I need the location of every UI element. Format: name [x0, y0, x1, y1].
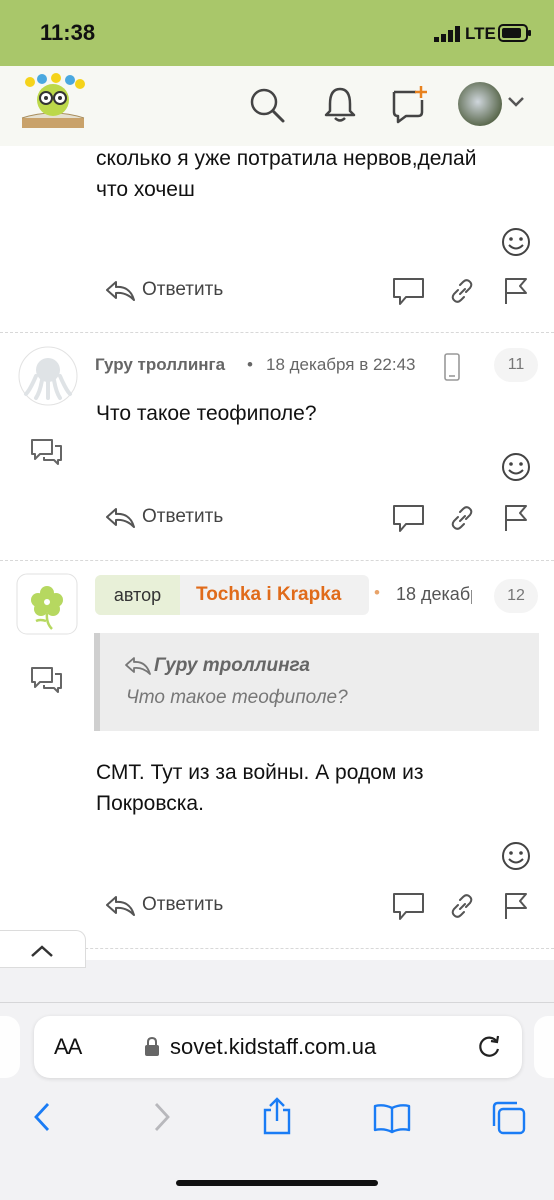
back-icon[interactable]	[30, 1100, 56, 1134]
flag-icon[interactable]	[502, 503, 530, 533]
flag-icon[interactable]	[502, 276, 530, 306]
chevron-up-icon[interactable]	[30, 944, 54, 958]
signal-icon	[434, 26, 462, 42]
author-badge: автор	[95, 575, 180, 615]
chevron-down-icon[interactable]	[506, 94, 526, 110]
reload-icon[interactable]	[476, 1034, 502, 1060]
page-settings-button[interactable]: AA	[54, 1034, 82, 1060]
kidstaff-logo[interactable]	[16, 72, 90, 132]
comment-number-badge[interactable]: 11	[494, 348, 538, 382]
comment-author[interactable]: Гуру троллинга	[95, 355, 225, 375]
tabs-icon[interactable]	[490, 1100, 528, 1136]
lock-icon	[144, 1036, 160, 1058]
reply-button[interactable]: Ответить	[142, 894, 223, 916]
status-time: 11:38	[40, 20, 96, 45]
comment-author[interactable]: Tochka i Krapka	[196, 575, 341, 615]
comment-date: 18 декабря в 22:43	[266, 355, 416, 374]
quote-reply-icon	[124, 655, 152, 677]
comment-number-badge[interactable]: 12	[494, 579, 538, 613]
replies-icon[interactable]	[30, 438, 64, 468]
post-text-line: что хочеш	[96, 178, 195, 201]
reply-button[interactable]: Ответить	[142, 506, 223, 528]
network-label: LTE	[465, 24, 496, 43]
link-icon[interactable]	[450, 278, 474, 304]
flag-icon[interactable]	[502, 891, 530, 921]
link-icon[interactable]	[450, 893, 474, 919]
new-message-icon[interactable]	[390, 84, 430, 124]
comment-divider	[0, 560, 554, 561]
replies-icon[interactable]	[30, 666, 64, 696]
clover-avatar-icon[interactable]	[16, 573, 78, 635]
post-text-line: сколько я уже потратила нервов,делай	[96, 147, 477, 170]
author-chip: автор Tochka i Krapka	[95, 575, 369, 615]
meta-dot: •	[247, 355, 253, 374]
comment-text-line: СМТ. Тут из за войны. А родом из	[96, 761, 424, 784]
quote-text: Что такое теофиполе?	[126, 687, 348, 708]
reply-icon[interactable]	[104, 278, 136, 304]
bookmarks-icon[interactable]	[372, 1102, 412, 1134]
home-indicator	[176, 1180, 378, 1186]
reply-icon[interactable]	[104, 893, 136, 919]
comment-text: Что такое теофиполе?	[96, 402, 317, 425]
url-text[interactable]: sovet.kidstaff.com.ua	[170, 1034, 376, 1060]
battery-icon	[498, 24, 532, 42]
octopus-avatar-icon[interactable]	[18, 346, 78, 406]
comment-icon[interactable]	[392, 503, 426, 533]
comment-divider	[0, 332, 554, 333]
share-icon[interactable]	[260, 1096, 294, 1136]
prev-tab-peek[interactable]	[0, 1016, 20, 1078]
comment-icon[interactable]	[392, 276, 426, 306]
meta-dot: •	[374, 583, 380, 602]
address-bar[interactable]: AA sovet.kidstaff.com.ua	[34, 1016, 522, 1078]
status-bar: 11:38 LTE	[0, 0, 554, 66]
scroll-to-top-tab[interactable]	[0, 930, 86, 968]
bell-icon[interactable]	[320, 84, 360, 124]
forward-icon[interactable]	[148, 1100, 174, 1134]
user-avatar[interactable]	[458, 82, 502, 126]
comment-icon[interactable]	[392, 891, 426, 921]
mobile-device-icon	[444, 353, 460, 381]
quote-author: Гуру троллинга	[154, 655, 310, 676]
comment-date: 18 декабря в 22:45	[396, 584, 472, 604]
emoji-reaction-icon[interactable]	[500, 840, 532, 872]
emoji-reaction-icon[interactable]	[500, 451, 532, 483]
link-icon[interactable]	[450, 505, 474, 531]
toolbar-divider	[0, 1002, 554, 1003]
next-tab-peek[interactable]	[534, 1016, 554, 1078]
comment-text-line: Покровска.	[96, 792, 204, 815]
browser-toolbar	[0, 960, 554, 1200]
quote-block: Гуру троллинга Что такое теофиполе?	[94, 633, 539, 731]
search-icon[interactable]	[246, 84, 286, 124]
reply-icon[interactable]	[104, 505, 136, 531]
reply-button[interactable]: Ответить	[142, 279, 223, 301]
emoji-reaction-icon[interactable]	[500, 226, 532, 258]
